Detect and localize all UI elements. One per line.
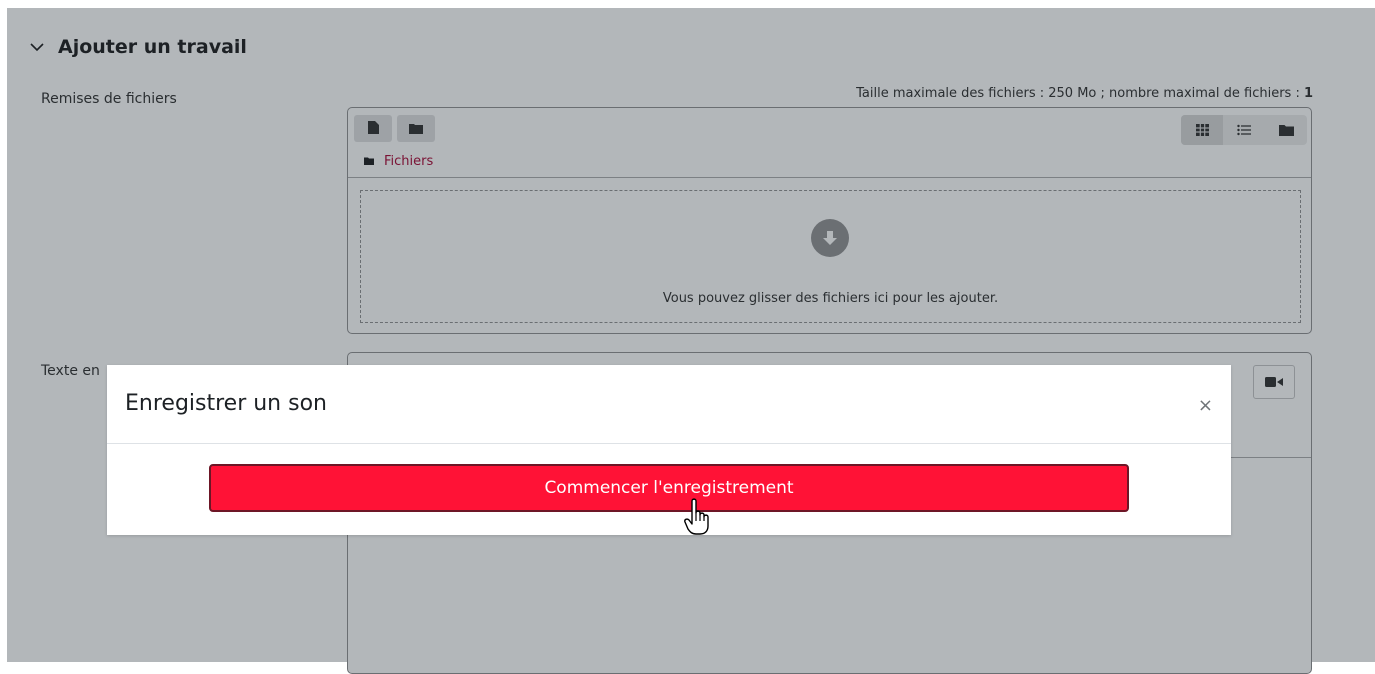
video-camera-icon — [1265, 373, 1283, 392]
download-arrow-icon — [811, 219, 849, 257]
dialog-header: Enregistrer un son × — [107, 365, 1231, 444]
list-view-button[interactable] — [1223, 115, 1265, 145]
file-dropzone[interactable]: Vous pouvez glisser des fichiers ici pou… — [360, 190, 1301, 323]
record-video-button[interactable] — [1253, 365, 1295, 399]
files-path-link[interactable]: Fichiers — [384, 154, 433, 169]
section-title: Ajouter un travail — [58, 36, 247, 58]
folder-icon — [409, 119, 423, 138]
start-recording-button[interactable]: Commencer l'enregistrement — [209, 464, 1129, 512]
divider — [348, 177, 1311, 178]
folder-icon — [1278, 121, 1294, 140]
grid-view-button[interactable] — [1181, 115, 1223, 145]
breadcrumb: Fichiers — [364, 154, 433, 169]
section-header[interactable]: Ajouter un travail — [28, 36, 247, 58]
file-icon — [367, 119, 379, 138]
file-size-text: Taille maximale des fichiers : 250 Mo ; … — [856, 86, 1304, 101]
file-manager-toolbar — [354, 115, 435, 142]
online-text-label: Texte en — [41, 363, 100, 379]
file-submissions-label: Remises de fichiers — [41, 91, 177, 107]
dialog-title: Enregistrer un son — [125, 391, 327, 416]
grid-view-icon — [1195, 121, 1209, 140]
folder-icon — [364, 154, 374, 169]
list-view-icon — [1237, 121, 1251, 140]
close-icon[interactable]: × — [1198, 395, 1213, 416]
tree-view-button[interactable] — [1265, 115, 1307, 145]
create-folder-button[interactable] — [397, 115, 435, 142]
dropzone-text: Vous pouvez glisser des fichiers ici pou… — [662, 291, 999, 306]
view-switcher — [1181, 115, 1307, 145]
max-files-count: 1 — [1303, 86, 1313, 101]
file-size-info: Taille maximale des fichiers : 250 Mo ; … — [856, 86, 1313, 101]
chevron-down-icon[interactable] — [28, 38, 46, 56]
file-manager: Fichiers Vous pouvez glisser des fichier… — [347, 107, 1312, 334]
add-file-button[interactable] — [354, 115, 392, 142]
hand-pointer-icon — [684, 497, 710, 541]
record-audio-dialog: Enregistrer un son × Commencer l'enregis… — [107, 365, 1231, 535]
